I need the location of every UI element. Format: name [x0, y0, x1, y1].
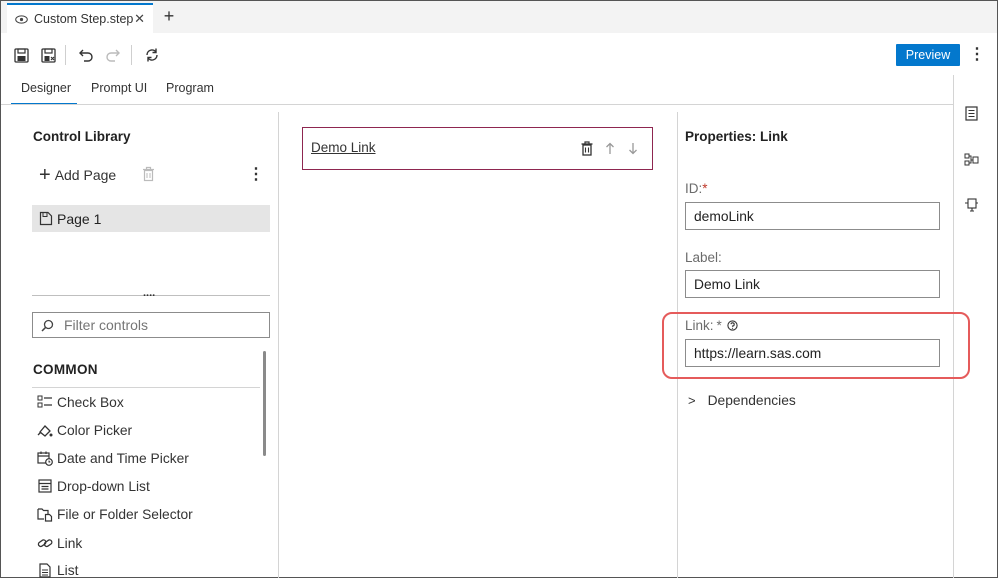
control-item-check-box[interactable]: Check Box	[37, 392, 124, 412]
toolbar-divider	[131, 45, 132, 65]
move-up-icon[interactable]	[605, 142, 615, 155]
control-item-date-time-picker[interactable]: Date and Time Picker	[37, 448, 189, 468]
properties-panel-icon[interactable]	[961, 103, 981, 123]
close-tab-icon[interactable]: ✕	[134, 11, 145, 27]
tabs-divider	[1, 104, 953, 105]
components-panel-icon[interactable]	[961, 149, 981, 169]
control-item-label: Link	[57, 535, 83, 551]
control-item-label: Check Box	[57, 394, 124, 410]
page-item-label: Page 1	[57, 210, 102, 227]
link-label-text: Link:	[685, 318, 714, 333]
filter-controls-input[interactable]	[64, 317, 254, 333]
control-item-label: Color Picker	[57, 422, 133, 438]
list-icon	[37, 562, 53, 578]
eye-icon	[15, 14, 28, 24]
plus-icon: +	[39, 164, 51, 186]
control-item-label: Date and Time Picker	[57, 450, 189, 466]
link-field-label: Link: *	[685, 318, 738, 333]
control-item-label: Drop-down List	[57, 478, 150, 494]
control-item-list[interactable]: List	[37, 560, 78, 578]
control-item-file-folder-selector[interactable]: File or Folder Selector	[37, 504, 193, 524]
id-input[interactable]	[685, 202, 940, 230]
page-menu-icon[interactable]: ⋮	[248, 166, 264, 184]
save-icon[interactable]	[11, 45, 31, 65]
demo-link[interactable]: Demo Link	[311, 140, 376, 155]
id-field-label: ID:*	[685, 181, 708, 196]
checkbox-icon	[37, 394, 53, 410]
tab-designer[interactable]: Designer	[11, 81, 77, 105]
id-label-text: ID:	[685, 181, 703, 196]
control-list-scrollbar[interactable]	[263, 351, 266, 456]
label-field-label: Label:	[685, 250, 722, 265]
toolbar-divider	[65, 45, 66, 65]
page-list-item[interactable]: Page 1	[32, 205, 270, 232]
control-item-drop-down-list[interactable]: Drop-down List	[37, 476, 150, 496]
control-item-link[interactable]: Link	[37, 533, 82, 553]
trash-icon[interactable]	[142, 166, 155, 182]
required-marker: *	[716, 318, 722, 333]
tab-prompt-ui[interactable]: Prompt UI	[91, 81, 147, 105]
control-item-color-picker[interactable]: Color Picker	[37, 420, 132, 440]
control-item-label: File or Folder Selector	[57, 506, 193, 522]
link-url-input[interactable]	[685, 339, 940, 367]
left-panel-divider	[278, 112, 279, 578]
refresh-icon[interactable]	[142, 45, 162, 65]
add-page-label: Add Page	[54, 167, 117, 183]
color-picker-icon	[37, 422, 53, 438]
link-icon	[37, 535, 53, 551]
file-tab-title: Custom Step.step	[34, 12, 134, 26]
delete-control-icon[interactable]	[581, 141, 593, 156]
move-down-icon[interactable]	[628, 142, 638, 155]
dependencies-expander[interactable]: > Dependencies	[688, 390, 796, 410]
file-folder-icon	[37, 506, 53, 522]
properties-title: Properties: Link	[685, 129, 788, 144]
control-library-title: Control Library	[33, 129, 131, 144]
redo-icon[interactable]	[103, 45, 123, 65]
page-icon	[39, 211, 53, 226]
filter-controls-field[interactable]	[32, 312, 270, 338]
more-options-icon[interactable]: ⋮	[969, 44, 985, 66]
label-input[interactable]	[685, 270, 940, 298]
help-icon[interactable]	[727, 320, 738, 331]
chevron-right-icon: >	[688, 392, 696, 408]
file-tab[interactable]: Custom Step.step ✕	[7, 3, 153, 33]
preview-button[interactable]: Preview	[896, 44, 960, 66]
dependencies-label: Dependencies	[707, 392, 796, 408]
required-marker: *	[702, 181, 708, 196]
dropdown-list-icon	[37, 478, 53, 494]
search-icon	[41, 319, 54, 332]
save-as-icon[interactable]	[38, 45, 58, 65]
new-tab-button[interactable]: +	[159, 6, 179, 26]
undo-icon[interactable]	[76, 45, 96, 65]
add-page-button[interactable]: + Add Page	[39, 165, 116, 185]
calendar-clock-icon	[37, 450, 53, 466]
section-divider	[32, 387, 260, 388]
tab-program[interactable]: Program	[166, 81, 214, 105]
common-section-heading: COMMON	[33, 362, 98, 377]
control-item-label: List	[57, 562, 79, 578]
layout-panel-icon[interactable]	[961, 195, 981, 215]
splitter-handle-icon[interactable]: ....	[143, 287, 155, 299]
